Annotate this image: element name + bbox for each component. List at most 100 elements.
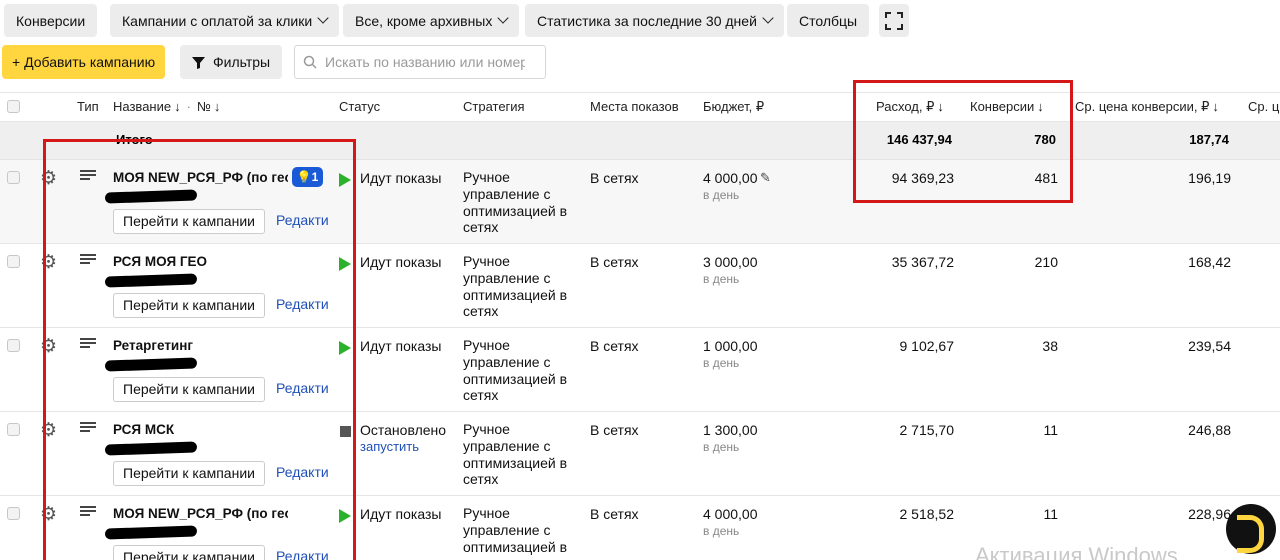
campaign-cpa: 246,88 — [1188, 422, 1231, 438]
redacted-scribble — [104, 357, 198, 372]
edit-campaign-link[interactable]: Редактировать — [276, 548, 328, 560]
campaign-strategy: Ручное управление с оптимизацией в сетях — [463, 169, 568, 236]
totals-cpa: 187,74 — [1189, 132, 1229, 147]
edit-campaign-link[interactable]: Редактировать — [276, 212, 328, 228]
sort-arrow-icon: ↓ — [174, 99, 181, 114]
campaign-placement: В сетях — [590, 506, 639, 522]
row-checkbox[interactable] — [7, 339, 20, 352]
text-campaign-type-icon — [80, 254, 96, 268]
header-cpa-sort[interactable]: Ср. цена конверсии, ₽ ↓ — [1075, 99, 1219, 115]
campaign-type-label: Кампании с оплатой за клики — [122, 12, 313, 29]
goto-campaign-button[interactable]: Перейти к кампании — [113, 209, 265, 234]
start-campaign-link[interactable]: запустить — [360, 439, 419, 454]
campaign-strategy: Ручное управление с оптимизацией в сетях — [463, 421, 568, 488]
campaign-status: Идут показы — [360, 506, 442, 522]
sort-arrow-icon: ↓ — [1037, 99, 1044, 114]
gear-icon[interactable]: ⚙ — [40, 421, 57, 440]
archive-filter-dropdown[interactable]: Все, кроме архивных — [343, 4, 520, 37]
campaign-cpa: 168,42 — [1188, 254, 1231, 270]
gear-icon[interactable]: ⚙ — [40, 169, 57, 188]
row-checkbox[interactable] — [7, 255, 20, 268]
header-type: Тип — [77, 99, 99, 114]
funnel-icon — [192, 56, 205, 69]
campaign-spend: 2 715,70 — [899, 422, 955, 438]
header-strategy: Стратегия — [463, 99, 525, 114]
campaign-conversions: 210 — [1034, 254, 1058, 270]
budget-period: в день — [703, 524, 740, 538]
row-checkbox[interactable] — [7, 507, 20, 520]
campaign-conversions: 11 — [1043, 422, 1058, 438]
search-input[interactable] — [325, 54, 525, 70]
play-icon — [339, 509, 351, 523]
header-cpa: Ср. цена конверсии, ₽ — [1075, 99, 1210, 114]
period-dropdown[interactable]: Статистика за последние 30 дней — [525, 4, 784, 37]
text-campaign-type-icon — [80, 338, 96, 352]
goto-campaign-button[interactable]: Перейти к кампании — [113, 293, 265, 318]
table-row: ⚙ МОЯ NEW_РСЯ_РФ (по гео) - пк 💡1 Перейт… — [0, 160, 1280, 244]
select-all-checkbox[interactable] — [7, 100, 20, 113]
sort-arrow-icon: ↓ — [213, 99, 221, 114]
campaign-placement: В сетях — [590, 170, 639, 186]
add-campaign-button[interactable]: + Добавить кампанию — [2, 45, 166, 79]
header-spend-sort[interactable]: Расход, ₽ ↓ — [876, 99, 944, 115]
table-row: ⚙ РСЯ МСК Перейти к кампании Редактирова… — [0, 412, 1280, 496]
row-checkbox[interactable] — [7, 423, 20, 436]
search-box[interactable] — [294, 45, 546, 79]
campaign-budget: 4 000,00 — [703, 170, 758, 186]
gear-icon[interactable]: ⚙ — [40, 253, 57, 272]
campaign-name[interactable]: РСЯ МСК — [113, 422, 288, 437]
hint-count: 1 — [311, 170, 319, 184]
chevron-down-icon — [317, 12, 329, 24]
campaign-budget: 3 000,00 — [703, 254, 758, 270]
goto-campaign-button[interactable]: Перейти к кампании — [113, 461, 265, 486]
budget-period: в день — [703, 440, 740, 454]
campaign-spend: 35 367,72 — [891, 254, 954, 270]
campaign-name[interactable]: МОЯ NEW_РСЯ_РФ (по гео) - пк — [113, 170, 288, 185]
pencil-icon[interactable]: ✎ — [760, 170, 771, 186]
period-label: Статистика за последние 30 дней — [537, 12, 757, 29]
row-checkbox[interactable] — [7, 171, 20, 184]
campaign-name[interactable]: Ретаргетинг — [113, 338, 288, 353]
edit-campaign-link[interactable]: Редактировать — [276, 464, 328, 480]
text-campaign-type-icon — [80, 170, 96, 184]
gear-icon[interactable]: ⚙ — [40, 505, 57, 524]
budget-period: в день — [703, 188, 740, 202]
table-header: Тип Название ↓ · № ↓ Статус Стратегия Места … — [0, 92, 1280, 122]
edit-campaign-link[interactable]: Редактировать — [276, 296, 328, 312]
windows-activation-watermark: Активация Windows — [975, 543, 1178, 560]
columns-label: Столбцы — [799, 12, 858, 29]
campaign-type-dropdown[interactable]: Кампании с оплатой за клики — [110, 4, 340, 37]
hint-badge[interactable]: 💡 1 — [292, 167, 323, 187]
header-number: № — [196, 99, 211, 114]
conversions-button[interactable]: Конверсии — [4, 4, 98, 37]
campaign-cpa: 239,54 — [1188, 338, 1231, 354]
goto-campaign-button[interactable]: Перейти к кампании — [113, 377, 265, 402]
gear-icon[interactable]: ⚙ — [40, 337, 57, 356]
totals-conversions: 780 — [1034, 132, 1056, 147]
budget-period: в день — [703, 356, 740, 370]
edit-campaign-link[interactable]: Редактировать — [276, 380, 328, 396]
goto-campaign-button[interactable]: Перейти к кампании — [113, 545, 265, 560]
totals-row: Итого 146 437,94 780 187,74 — [0, 122, 1280, 160]
budget-period: в день — [703, 272, 740, 286]
campaign-name[interactable]: РСЯ МОЯ ГЕО — [113, 254, 288, 269]
campaign-budget: 1 300,00 — [703, 422, 758, 438]
header-name: Название — [113, 99, 172, 114]
columns-button[interactable]: Столбцы — [787, 4, 870, 37]
campaign-placement: В сетях — [590, 338, 639, 354]
fullscreen-button[interactable] — [879, 4, 909, 37]
campaign-conversions: 481 — [1034, 170, 1058, 186]
filters-button[interactable]: Фильтры — [180, 45, 283, 79]
header-name-sort[interactable]: Название ↓ · № ↓ — [113, 99, 220, 114]
campaign-spend: 9 102,67 — [899, 338, 955, 354]
campaign-spend: 2 518,52 — [899, 506, 955, 522]
header-status: Статус — [339, 99, 381, 114]
redacted-scribble — [104, 189, 198, 204]
header-conversions: Конверсии — [970, 99, 1035, 114]
campaign-strategy: Ручное управление с оптимизацией в сетях — [463, 337, 568, 404]
campaign-name[interactable]: МОЯ NEW_РСЯ_РФ (по гео) - пк — [113, 506, 288, 521]
campaign-placement: В сетях — [590, 422, 639, 438]
header-conversions-sort[interactable]: Конверсии ↓ — [970, 99, 1044, 114]
separator-dot: · — [186, 99, 191, 114]
campaign-status: Остановлено — [360, 422, 447, 438]
